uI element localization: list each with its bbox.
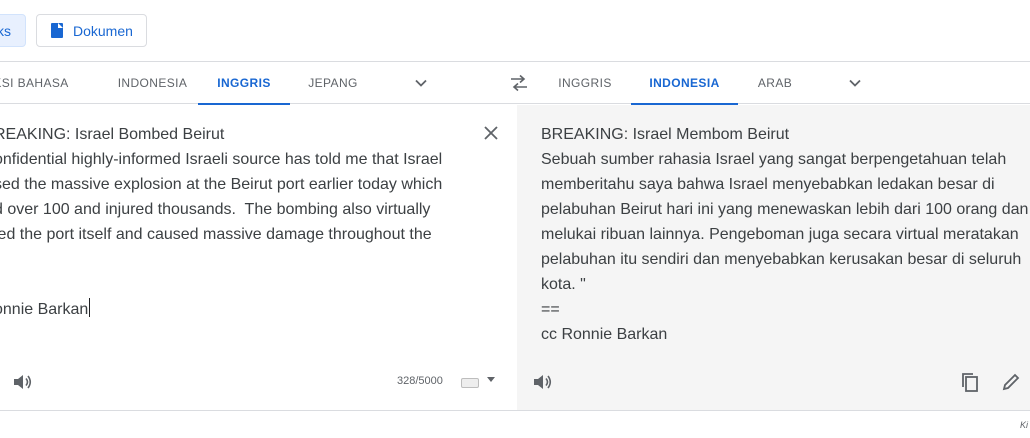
speaker-icon[interactable] <box>11 371 33 393</box>
keyboard-dropdown-icon[interactable] <box>487 377 495 382</box>
text-caret <box>89 298 91 317</box>
translate-card: KSI BAHASA INDONESIA INGGRIS JEPANG INGG… <box>0 61 1030 411</box>
pencil-icon[interactable] <box>1000 371 1022 393</box>
chevron-down-icon[interactable] <box>848 76 862 90</box>
translated-text: BREAKING: Israel Membom Beirut Sebuah su… <box>541 126 1029 343</box>
text-mode-label: ks <box>0 22 11 39</box>
copy-icon[interactable] <box>959 371 981 393</box>
source-pane: REAKING: Israel Bombed Beirut onfidentia… <box>0 105 517 410</box>
source-text: REAKING: Israel Bombed Beirut onfidentia… <box>0 126 443 318</box>
feedback-link[interactable]: Ki <box>1020 420 1028 430</box>
text-mode-button[interactable]: ks <box>0 14 26 47</box>
character-count: 328/5000 <box>397 375 443 387</box>
tab-source-jepang[interactable]: JEPANG <box>291 62 375 104</box>
tab-target-inggris[interactable]: INGGRIS <box>547 62 623 104</box>
chevron-down-icon[interactable] <box>414 76 428 90</box>
tab-source-inggris[interactable]: INGGRIS <box>198 62 290 105</box>
keyboard-icon[interactable] <box>461 378 479 388</box>
tab-source-detect[interactable]: KSI BAHASA <box>0 62 81 104</box>
tab-source-indonesia[interactable]: INDONESIA <box>101 62 204 104</box>
source-text-input[interactable]: REAKING: Israel Bombed Beirut onfidentia… <box>0 122 464 322</box>
tab-target-indonesia[interactable]: INDONESIA <box>631 62 738 105</box>
target-pane: BREAKING: Israel Membom Beirut Sebuah su… <box>517 105 1030 410</box>
document-icon <box>51 23 63 38</box>
speaker-icon[interactable] <box>531 371 553 393</box>
close-icon[interactable] <box>483 125 499 141</box>
language-bar: KSI BAHASA INDONESIA INGGRIS JEPANG INGG… <box>0 62 1030 105</box>
swap-icon[interactable] <box>509 74 529 92</box>
document-mode-label: Dokumen <box>73 22 133 39</box>
document-mode-button[interactable]: Dokumen <box>36 14 147 47</box>
tab-target-arab[interactable]: ARAB <box>743 62 807 104</box>
